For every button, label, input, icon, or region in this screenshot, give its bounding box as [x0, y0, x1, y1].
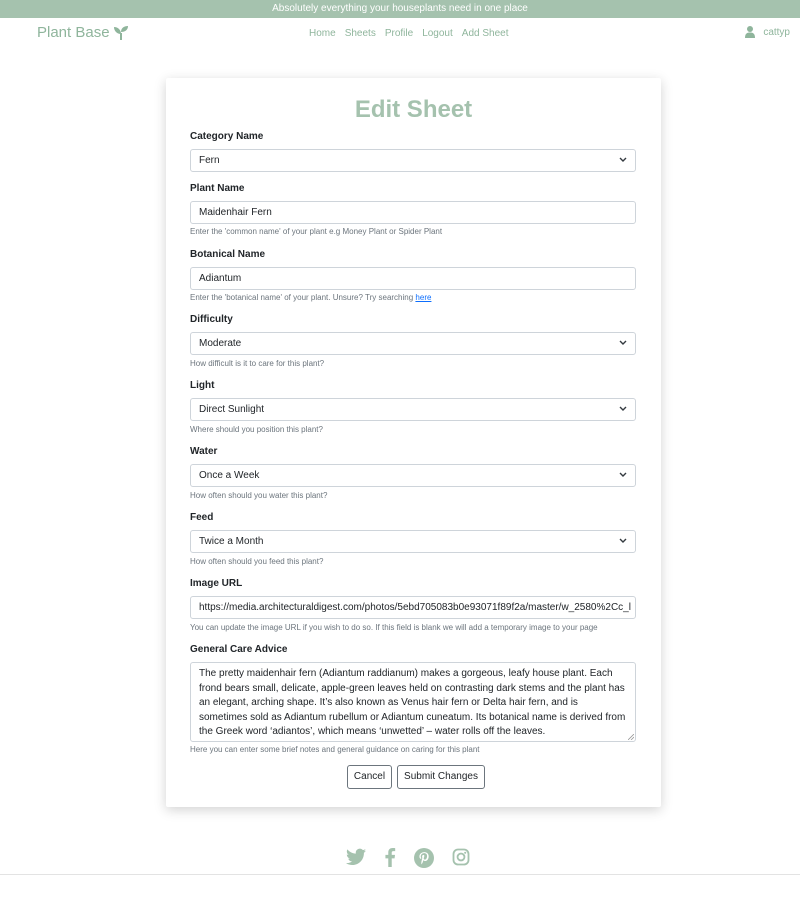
footer-divider — [0, 874, 800, 875]
facebook-icon[interactable] — [384, 848, 396, 867]
pinterest-icon[interactable] — [414, 848, 434, 868]
nav-link-add-sheet[interactable]: Add Sheet — [462, 28, 509, 39]
announcement-banner: Absolutely everything your houseplants n… — [0, 0, 800, 18]
submit-changes-button[interactable]: Submit Changes — [397, 765, 485, 789]
chevron-down-icon — [619, 472, 627, 477]
light-help: Where should you position this plant? — [190, 425, 323, 434]
cancel-button[interactable]: Cancel — [347, 765, 392, 789]
plant-name-label: Plant Name — [190, 183, 245, 194]
social-links — [346, 848, 470, 868]
category-label: Category Name — [190, 131, 264, 142]
plant-name-help: Enter the 'common name' of your plant e.… — [190, 227, 443, 236]
nav-links: Home Sheets Profile Logout Add Sheet — [309, 28, 518, 39]
nav-link-logout[interactable]: Logout — [422, 28, 453, 39]
nav-link-profile[interactable]: Profile — [385, 28, 413, 39]
botanical-search-link[interactable]: here — [415, 293, 431, 302]
difficulty-value: Moderate — [199, 338, 242, 349]
image-url-input[interactable]: https://media.architecturaldigest.com/ph… — [190, 596, 636, 619]
botanical-name-input[interactable]: Adiantum — [190, 267, 636, 290]
brand-logo[interactable]: Plant Base — [37, 24, 129, 41]
difficulty-label: Difficulty — [190, 314, 233, 325]
water-label: Water — [190, 446, 218, 457]
light-select[interactable]: Direct Sunlight — [190, 398, 636, 421]
category-value: Fern — [199, 155, 220, 166]
image-url-value: https://media.architecturaldigest.com/ph… — [199, 602, 631, 613]
care-advice-label: General Care Advice — [190, 644, 288, 655]
seedling-icon — [113, 26, 128, 40]
category-select[interactable]: Fern — [190, 149, 636, 172]
botanical-name-label: Botanical Name — [190, 249, 266, 260]
difficulty-select[interactable]: Moderate — [190, 332, 636, 355]
brand-name: Plant Base — [37, 24, 110, 41]
light-label: Light — [190, 380, 215, 391]
care-advice-textarea[interactable]: The pretty maidenhair fern (Adiantum rad… — [190, 662, 636, 742]
banner-text: Absolutely everything your houseplants n… — [272, 3, 528, 14]
image-url-label: Image URL — [190, 578, 243, 589]
edit-sheet-card: Edit Sheet Category Name Fern Plant Name… — [166, 78, 661, 807]
user-icon — [745, 26, 756, 38]
water-select[interactable]: Once a Week — [190, 464, 636, 487]
image-url-help: You can update the image URL if you wish… — [190, 623, 598, 632]
care-advice-value: The pretty maidenhair fern (Adiantum rad… — [199, 668, 626, 737]
water-value: Once a Week — [199, 470, 260, 481]
difficulty-help: How difficult is it to care for this pla… — [190, 359, 325, 368]
botanical-help-text: Enter the 'botanical name' of your plant… — [190, 293, 414, 302]
chevron-down-icon — [619, 340, 627, 345]
feed-value: Twice a Month — [199, 536, 264, 547]
nav-link-sheets[interactable]: Sheets — [345, 28, 376, 39]
user-menu[interactable]: cattyp — [745, 26, 790, 38]
light-value: Direct Sunlight — [199, 404, 265, 415]
chevron-down-icon — [619, 157, 627, 162]
resize-handle-icon[interactable] — [628, 734, 634, 740]
nav-link-home[interactable]: Home — [309, 28, 336, 39]
feed-select[interactable]: Twice a Month — [190, 530, 636, 553]
chevron-down-icon — [619, 406, 627, 411]
plant-name-input[interactable]: Maidenhair Fern — [190, 201, 636, 224]
navbar: Plant Base Home Sheets Profile Logout Ad… — [0, 18, 800, 52]
feed-label: Feed — [190, 512, 214, 523]
water-help: How often should you water this plant? — [190, 491, 328, 500]
username: cattyp — [763, 26, 790, 38]
botanical-name-help: Enter the 'botanical name' of your plant… — [190, 293, 431, 302]
plant-name-value: Maidenhair Fern — [199, 207, 272, 218]
care-advice-help: Here you can enter some brief notes and … — [190, 745, 480, 754]
chevron-down-icon — [619, 538, 627, 543]
twitter-icon[interactable] — [346, 848, 366, 866]
feed-help: How often should you feed this plant? — [190, 557, 324, 566]
instagram-icon[interactable] — [452, 848, 470, 866]
page-title: Edit Sheet — [354, 96, 473, 123]
botanical-name-value: Adiantum — [199, 273, 242, 284]
